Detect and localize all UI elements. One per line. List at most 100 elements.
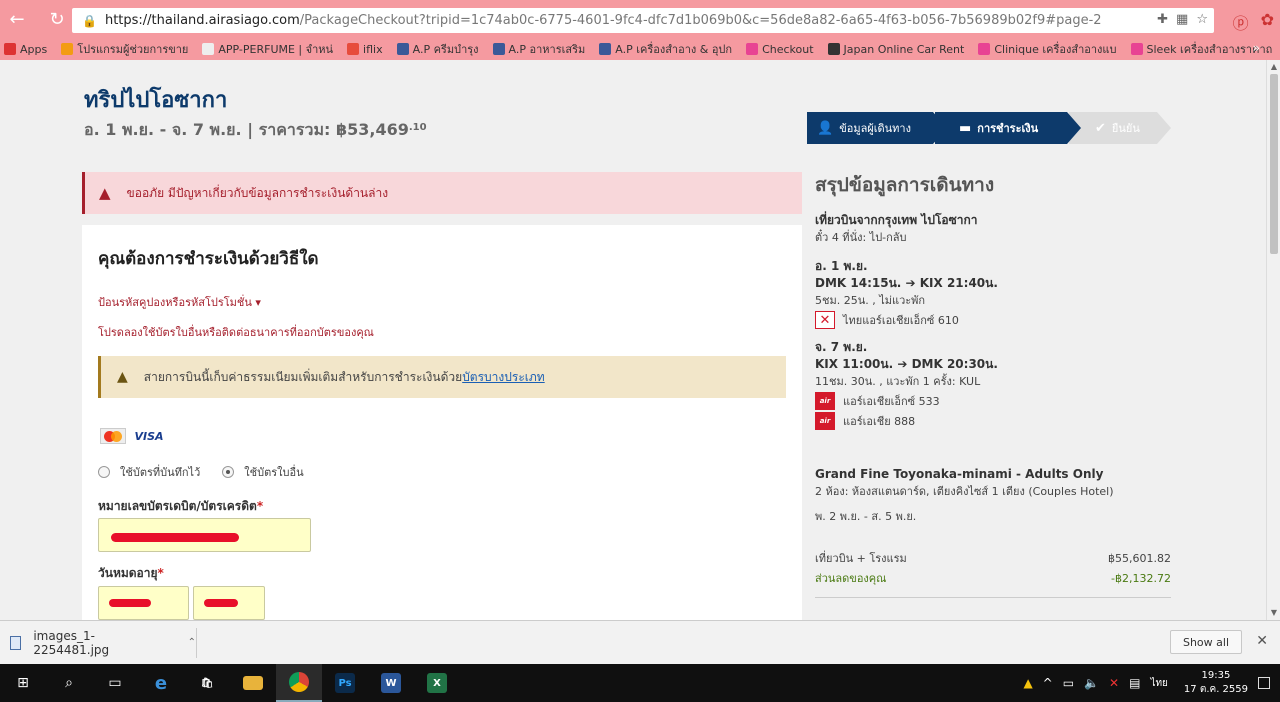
airasia-x-logo-icon: ✕ — [815, 311, 835, 329]
photoshop-icon[interactable]: Ps — [322, 664, 368, 702]
expiry-year-select[interactable] — [193, 586, 265, 620]
checkout-steps: 👤 ข้อมูลผู้เดินทาง ▬ การชำระเงิน ✔ ยืนยั… — [807, 112, 1171, 144]
file-explorer-icon[interactable] — [230, 664, 276, 702]
scroll-up-icon[interactable]: ▲ — [1269, 62, 1279, 72]
windows-taskbar: ⊞ ⌕ ▭ e 🛍 Ps W X ▲ ^ ▭ 🔈 ✕ ▤ ไทย 19:35 1… — [0, 664, 1280, 702]
bookmark-star-icon[interactable]: ☆ — [1196, 12, 1208, 27]
volume-icon[interactable]: 🔈 — [1084, 676, 1099, 690]
outbound-airline: ✕ ไทยแอร์เอเชียเอ็กซ์ 610 — [815, 311, 1175, 329]
network-icon[interactable]: ✕ — [1109, 676, 1119, 690]
task-view-icon[interactable]: ▭ — [92, 664, 138, 702]
system-tray: ▲ ^ ▭ 🔈 ✕ ▤ ไทย 19:35 17 ต.ค. 2559 — [1023, 664, 1280, 702]
chevron-up-icon[interactable]: ⌃ — [188, 637, 196, 648]
bookmark-item[interactable]: APP-PERFUME | จำหน่ — [202, 40, 333, 58]
windows-start-icon[interactable]: ⊞ — [0, 664, 46, 702]
card-number-input[interactable] — [98, 518, 311, 552]
radio-saved-card[interactable]: ใช้บัตรที่บันทึกไว้ — [98, 463, 200, 481]
price-row: เที่ยวบิน + โรงแรม ฿55,601.82 — [815, 552, 1171, 565]
bookmark-item[interactable]: A.P ครีมบำรุง — [396, 40, 479, 58]
inbound-date: จ. 7 พ.ย. — [815, 340, 868, 354]
airasia-logo-icon: air — [815, 392, 835, 410]
action-center-icon[interactable]: ▤ — [1129, 676, 1140, 690]
bookmark-favicon-icon — [396, 43, 409, 55]
accepted-cards: VISA — [100, 428, 164, 444]
flight-title: เที่ยวบินจากกรุงเทพ ไปโอซากา — [815, 213, 978, 227]
trip-summary: สรุปข้อมูลการเดินทาง เที่ยวบินจากกรุงเทพ… — [815, 170, 1175, 598]
bookmark-favicon-icon — [347, 43, 360, 55]
trip-subtitle: อ. 1 พ.ย. - จ. 7 พ.ย. | ราคารวม: ฿53,469… — [84, 120, 427, 139]
lock-icon: 🔒 — [82, 13, 97, 28]
show-desktop-icon[interactable] — [1258, 677, 1270, 689]
chevron-up-icon[interactable]: ^ — [1043, 676, 1053, 690]
bookmark-item[interactable]: Japan Online Car Rent — [827, 43, 964, 56]
url-path: /PackageCheckout?tripid=1c74ab0c-6775-46… — [299, 13, 1102, 28]
address-bar[interactable]: 🔒 https://thailand.airasiago.com/Package… — [72, 8, 1214, 33]
redacted-scribble — [204, 599, 238, 607]
check-icon: ✔ — [1095, 120, 1106, 136]
edge-icon[interactable]: e — [138, 664, 184, 702]
bookmark-favicon-icon — [492, 43, 505, 55]
bookmark-favicon-icon — [4, 43, 16, 55]
card-choice: ใช้บัตรที่บันทึกไว้ ใช้บัตรใบอื่น — [98, 463, 304, 481]
step-payment[interactable]: ▬ การชำระเงิน — [935, 112, 1081, 144]
flight-seats: ตั๋ว 4 ที่นั่ง: ไป-กลับ — [815, 231, 907, 244]
card-declined-note: โปรดลองใช้บัตรใบอื่นหรือติดต่อธนาคารที่อ… — [98, 326, 374, 339]
chrome-icon[interactable] — [276, 664, 322, 702]
translate-icon[interactable]: ▦ — [1176, 12, 1188, 27]
step-traveller[interactable]: 👤 ข้อมูลผู้เดินทาง — [807, 112, 947, 144]
extension-puzzle-icon[interactable]: ✚ — [1157, 12, 1168, 27]
settings-gear-icon[interactable]: ✿ — [1261, 10, 1274, 34]
inbound-duration: 11ชม. 30น. , แวะพัก 1 ครั้ง: KUL — [815, 375, 981, 388]
inbound-route: KIX 11:00น. ➔ DMK 20:30น. — [815, 357, 998, 371]
clock[interactable]: 19:35 17 ต.ค. 2559 — [1184, 669, 1248, 697]
browser-toolbar: ← ↻ 🔒 https://thailand.airasiago.com/Pac… — [0, 0, 1280, 38]
bookmark-item[interactable]: iflix — [347, 43, 383, 56]
close-icon[interactable]: ✕ — [1256, 633, 1268, 649]
trip-title: ทริปไปโอซากา — [84, 88, 228, 113]
image-file-icon — [10, 635, 22, 650]
credit-card-icon: ▬ — [959, 120, 972, 136]
expiry-month-select[interactable] — [98, 586, 189, 620]
bookmark-favicon-icon — [599, 43, 612, 55]
bookmark-item[interactable]: Clinique เครื่องสำอางแบ — [978, 40, 1117, 58]
card-fee-alert: ▲ สายการบินนี้เก็บค่าธรรมเนียมเพิ่มเติมส… — [98, 356, 786, 398]
bookmark-item[interactable]: โปรแกรมผู้ช่วยการขาย — [61, 40, 188, 58]
redacted-scribble — [109, 599, 151, 607]
scroll-thumb[interactable] — [1270, 74, 1278, 254]
notification-warning-icon[interactable]: ▲ — [1023, 676, 1032, 690]
word-icon[interactable]: W — [368, 664, 414, 702]
download-item[interactable]: images_1-2254481.jpg ⌃ — [10, 629, 196, 657]
bookmark-item[interactable]: Checkout — [746, 43, 814, 56]
bookmark-favicon-icon — [202, 43, 215, 55]
excel-icon[interactable]: X — [414, 664, 460, 702]
promo-code-link[interactable]: ป้อนรหัสคูปองหรือรหัสโปรโมชั่น ▾ — [98, 293, 261, 311]
search-icon[interactable]: ⌕ — [46, 664, 92, 702]
payment-error-alert: ▲ ขออภัย มีปัญหาเกี่ยวกับข้อมูลการชำระเง… — [82, 172, 802, 214]
bookmarks-bar: Apps โปรแกรมผู้ช่วยการขาย APP-PERFUME | จำ… — [0, 38, 1280, 60]
bookmark-item[interactable]: Sleek เครื่องสำอางราคาถ — [1130, 40, 1272, 58]
step-confirm[interactable]: ✔ ยืนยัน — [1069, 112, 1171, 144]
reload-icon[interactable]: ↻ — [46, 8, 68, 30]
bookmarks-overflow-icon[interactable]: » — [1253, 41, 1260, 55]
outbound-route: DMK 14:15น. ➔ KIX 21:40น. — [815, 276, 998, 290]
scroll-down-icon[interactable]: ▼ — [1269, 608, 1279, 618]
warning-icon: ▲ — [99, 184, 111, 202]
bookmark-item[interactable]: A.P อาหารเสริม — [492, 40, 585, 58]
bookmark-item[interactable]: Apps — [4, 43, 47, 56]
radio-other-card[interactable]: ใช้บัตรใบอื่น — [222, 463, 304, 481]
back-arrow-icon[interactable]: ← — [6, 8, 28, 30]
language-indicator[interactable]: ไทย — [1150, 676, 1167, 691]
payment-method-panel: คุณต้องการชำระเงินด้วยวิธีใด ป้อนรหัสคูป… — [82, 225, 802, 620]
store-icon[interactable]: 🛍 — [184, 664, 230, 702]
card-number-label: หมายเลขบัตรเดบิต/บัตรเครดิต* — [98, 499, 264, 513]
battery-icon[interactable]: ▭ — [1063, 676, 1074, 690]
page-scrollbar[interactable]: ▲ ▼ — [1266, 60, 1280, 620]
card-types-link[interactable]: บัตรบางประเภท — [462, 368, 545, 387]
summary-title: สรุปข้อมูลการเดินทาง — [815, 174, 995, 196]
pinterest-icon[interactable]: ⓟ — [1233, 10, 1249, 34]
bookmark-item[interactable]: A.P เครื่องสำอาง & อุปก — [599, 40, 732, 58]
user-icon: 👤 — [817, 120, 834, 136]
show-all-button[interactable]: Show all — [1169, 630, 1242, 654]
visa-icon: VISA — [134, 429, 164, 443]
checkout-page: ทริปไปโอซากา อ. 1 พ.ย. - จ. 7 พ.ย. | ราค… — [0, 60, 1266, 620]
